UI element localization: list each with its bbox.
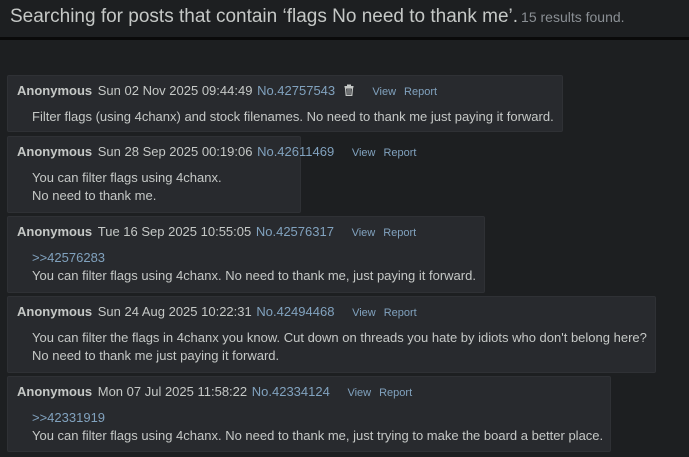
- post-message-line: You can filter flags using 4chanx. No ne…: [32, 428, 604, 443]
- poster-name: Anonymous: [17, 384, 93, 399]
- poster-name: Anonymous: [17, 83, 93, 98]
- search-result-post: Anonymous Sun 24 Aug 2025 10:22:31 No.42…: [7, 296, 656, 373]
- view-post-button[interactable]: View: [352, 147, 376, 159]
- post-date: Sun 02 Nov 2025 09:44:49: [97, 83, 253, 98]
- report-post-button[interactable]: Report: [384, 307, 417, 319]
- post-message-line: No need to thank me.: [32, 188, 157, 203]
- post-message-line: Filter flags (using 4chanx) and stock fi…: [32, 109, 554, 124]
- post-date: Sun 28 Sep 2025 00:19:06: [97, 144, 253, 159]
- post-message: Filter flags (using 4chanx) and stock fi…: [17, 102, 562, 126]
- post-date: Sun 24 Aug 2025 10:22:31: [97, 304, 252, 319]
- poster-name: Anonymous: [17, 304, 93, 319]
- post-info: Anonymous Mon 07 Jul 2025 11:58:22 No.42…: [17, 383, 610, 403]
- search-result-post: Anonymous Tue 16 Sep 2025 10:55:05 No.42…: [7, 216, 485, 293]
- poster-name: Anonymous: [17, 144, 93, 159]
- report-post-button[interactable]: Report: [404, 86, 437, 98]
- trash-icon[interactable]: [343, 84, 355, 96]
- report-post-button[interactable]: Report: [379, 387, 412, 399]
- report-post-button[interactable]: Report: [383, 227, 416, 239]
- search-result-post: Anonymous Sun 28 Sep 2025 00:19:06 No.42…: [7, 136, 417, 213]
- header-divider: [0, 37, 689, 40]
- post-info: Anonymous Sun 24 Aug 2025 10:22:31 No.42…: [17, 303, 655, 323]
- post-date: Mon 07 Jul 2025 11:58:22: [97, 384, 248, 399]
- search-query-text: Searching for posts that contain ‘flags …: [10, 6, 519, 27]
- report-post-button[interactable]: Report: [383, 147, 416, 159]
- post-info: Anonymous Tue 16 Sep 2025 10:55:05 No.42…: [17, 223, 484, 243]
- quote-link[interactable]: >>42576283: [32, 249, 474, 267]
- post-number-link[interactable]: No.42494468: [256, 304, 334, 319]
- post-message-line: You can filter the flags in 4chanx you k…: [32, 330, 647, 345]
- post-message: >>42331919 You can filter flags using 4c…: [17, 403, 610, 445]
- result-count: 15 results found.: [521, 9, 625, 25]
- post-number-link[interactable]: No.42576317: [256, 224, 334, 239]
- post-number-link[interactable]: No.42611469: [257, 144, 334, 159]
- view-post-button[interactable]: View: [372, 86, 396, 98]
- post-message: You can filter flags using 4chanx. No ne…: [17, 163, 300, 205]
- post-message-line: No need to thank me just paying it forwa…: [32, 348, 280, 363]
- post-number-link[interactable]: No.42757543: [257, 83, 335, 98]
- post-info: Anonymous Sun 28 Sep 2025 00:19:06 No.42…: [17, 143, 417, 163]
- search-header: Searching for posts that contain ‘flags …: [0, 0, 689, 37]
- post-message-line: You can filter flags using 4chanx. No ne…: [32, 268, 476, 283]
- post-info: Anonymous Sun 02 Nov 2025 09:44:49 No.42…: [17, 82, 562, 102]
- post-number-link[interactable]: No.42334124: [252, 384, 330, 399]
- post-message-line: You can filter flags using 4chanx.: [32, 170, 222, 185]
- view-post-button[interactable]: View: [352, 307, 376, 319]
- quote-link[interactable]: >>42331919: [32, 409, 600, 427]
- poster-name: Anonymous: [17, 224, 93, 239]
- post-date: Tue 16 Sep 2025 10:55:05: [97, 224, 252, 239]
- post-message: >>42576283 You can filter flags using 4c…: [17, 243, 484, 285]
- post-message: You can filter the flags in 4chanx you k…: [17, 323, 655, 365]
- search-result-post: Anonymous Mon 07 Jul 2025 11:58:22 No.42…: [7, 376, 611, 452]
- view-post-button[interactable]: View: [352, 227, 376, 239]
- search-result-post: Anonymous Sun 02 Nov 2025 09:44:49 No.42…: [7, 75, 563, 132]
- view-post-button[interactable]: View: [347, 387, 371, 399]
